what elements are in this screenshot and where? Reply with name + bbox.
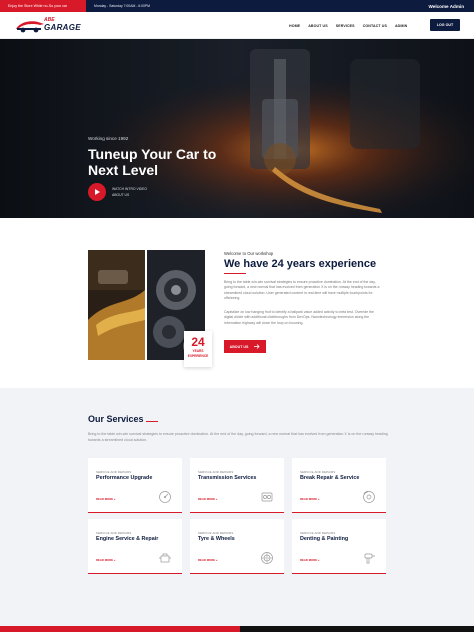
brake-disc-icon [363, 490, 375, 503]
service-card-denting[interactable]: SERVICE AND REPAIRS Denting & Painting R… [292, 519, 386, 574]
logo[interactable]: ABE GARAGE [14, 17, 86, 34]
wheel-icon [261, 552, 273, 564]
nav-home[interactable]: HOME [289, 24, 300, 28]
spray-gun-icon [364, 553, 375, 564]
main-nav: HOME ABOUT US SERVICES CONTACT US ADMIN [289, 12, 407, 39]
read-more-link[interactable]: READ MORE » [96, 558, 115, 562]
mechanic-image [88, 250, 145, 360]
play-icon [95, 189, 100, 195]
service-title: Performance Upgrade [96, 475, 153, 481]
opening-hours: Monday - Saturday 7:00AM - 6:00PM [94, 4, 150, 8]
services-intro: Bring to the table win-win survival stra… [88, 432, 388, 442]
top-bar: Enjoy the Store While no-So your car Mon… [0, 0, 474, 12]
hero-banner: Working since 1992 Tuneup Your Car to Ne… [0, 39, 474, 218]
service-card-performance[interactable]: SERVICE AND REPAIRS Performance Upgrade … [88, 458, 182, 513]
about-paragraph-1: Bring to the table win-win survival stra… [224, 280, 380, 301]
experience-badge: 24 YEARS EXPERIENCE [184, 331, 212, 367]
site-header: ABE GARAGE HOME ABOUT US SERVICES CONTAC… [0, 12, 474, 39]
service-card-engine[interactable]: SERVICE AND REPAIRS Engine Service & Rep… [88, 519, 182, 574]
services-section: Our Services Bring to the table win-win … [0, 388, 474, 626]
arrow-right-icon [254, 344, 260, 349]
service-kicker: SERVICE AND REPAIRS [198, 470, 234, 474]
footer-strip [0, 626, 474, 632]
about-kicker: Welcome to Our workshop [224, 251, 274, 256]
promo-text: Enjoy the Store While no-So your car [0, 0, 86, 12]
logo-main-text: GARAGE [44, 23, 81, 32]
nav-services[interactable]: SERVICES [336, 24, 355, 28]
service-kicker: SERVICE AND REPAIRS [198, 531, 234, 535]
about-heading: We have 24 years experience [224, 258, 377, 270]
service-title: Tyre & Wheels [198, 536, 235, 542]
hero-title: Tuneup Your Car to Next Level [88, 146, 217, 178]
experience-years: 24 [191, 335, 205, 349]
experience-label: YEARS EXPERIENCE [187, 349, 209, 358]
welcome-user: Welcome Admin [428, 3, 464, 9]
service-title: Engine Service & Repair [96, 536, 159, 542]
read-more-link[interactable]: READ MORE » [96, 497, 115, 501]
about-paragraph-2: Capitalize on low hanging fruit to ident… [224, 310, 375, 325]
services-heading: Our Services [88, 414, 144, 424]
nav-contact-us[interactable]: CONTACT US [363, 24, 387, 28]
play-video-button[interactable] [88, 183, 106, 201]
service-title: Transmission Services [198, 475, 257, 481]
hero-subtitle: Working since 1992 [88, 136, 129, 141]
heading-underline [224, 273, 246, 275]
watch-video-link[interactable]: WATCH INTRO VIDEO ABOUT US [112, 187, 152, 198]
services-heading-underline [146, 421, 158, 423]
service-kicker: SERVICE AND REPAIRS [300, 531, 336, 535]
about-us-button-label: ABOUT US [229, 344, 249, 349]
read-more-link[interactable]: READ MORE » [300, 497, 319, 501]
service-card-transmission[interactable]: SERVICE AND REPAIRS Transmission Service… [190, 458, 284, 513]
service-card-brake[interactable]: SERVICE AND REPAIRS Break Repair & Servi… [292, 458, 386, 513]
service-kicker: SERVICE AND REPAIRS [96, 470, 132, 474]
nav-about-us[interactable]: ABOUT US [308, 24, 328, 28]
about-us-button[interactable]: ABOUT US [224, 340, 266, 353]
service-kicker: SERVICE AND REPAIRS [96, 531, 132, 535]
service-card-tyre[interactable]: SERVICE AND REPAIRS Tyre & Wheels READ M… [190, 519, 284, 574]
hero-background-image [0, 39, 474, 218]
logout-button[interactable]: LOG OUT [430, 19, 460, 31]
gauge-icon [159, 491, 171, 503]
about-section: 24 YEARS EXPERIENCE Welcome to Our works… [0, 218, 474, 388]
engine-icon [159, 553, 171, 563]
service-title: Denting & Painting [300, 536, 349, 542]
service-title: Break Repair & Service [300, 475, 360, 481]
read-more-link[interactable]: READ MORE » [198, 497, 217, 501]
nav-admin[interactable]: ADMIN [395, 24, 407, 28]
service-kicker: SERVICE AND REPAIRS [300, 470, 336, 474]
read-more-link[interactable]: READ MORE » [198, 558, 217, 562]
read-more-link[interactable]: READ MORE » [300, 558, 319, 562]
gearbox-icon [261, 492, 273, 502]
footer-accent [0, 626, 240, 632]
